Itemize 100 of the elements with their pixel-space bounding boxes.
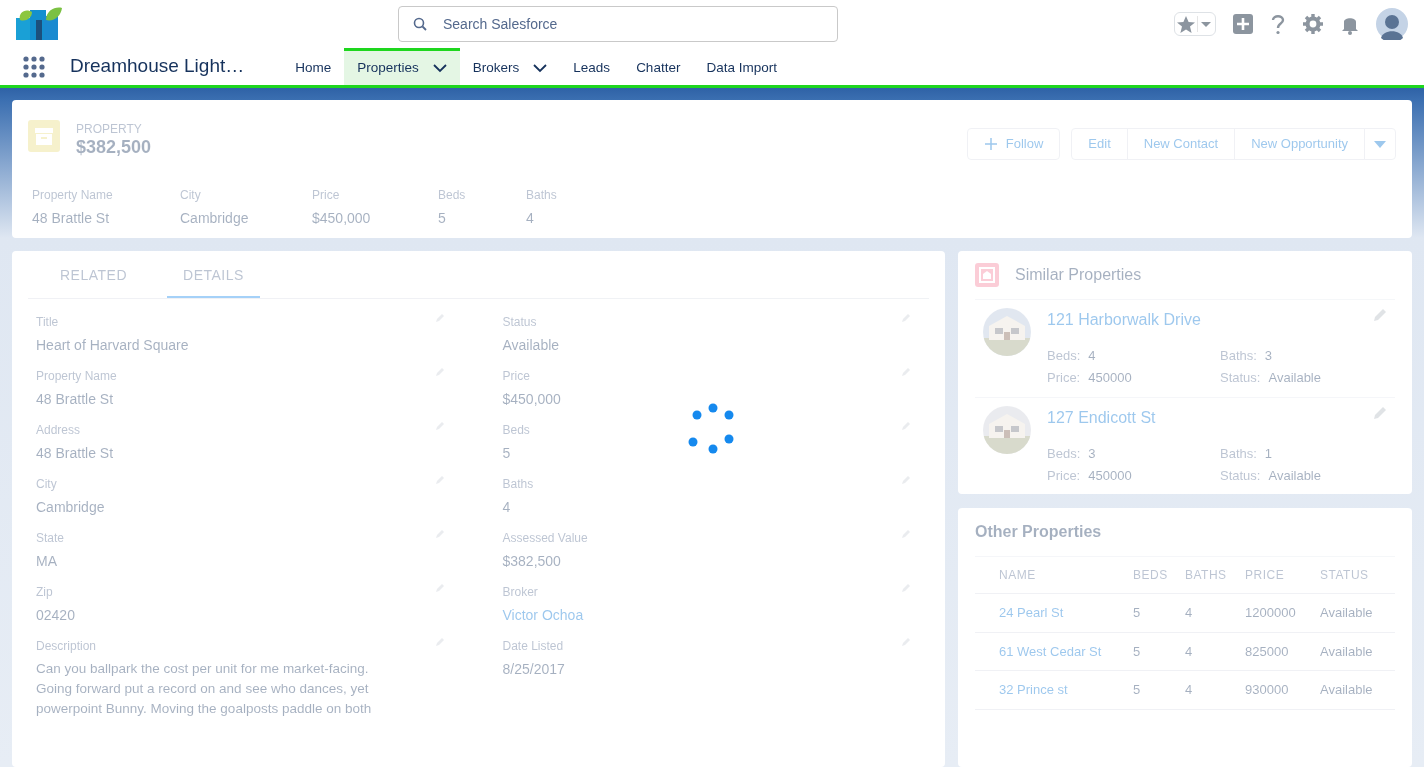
field-value: 4 bbox=[1088, 347, 1096, 365]
star-icon bbox=[1175, 14, 1197, 34]
field-label: Status bbox=[502, 314, 538, 331]
table-cell: 4 bbox=[1177, 670, 1237, 709]
plus-icon bbox=[983, 137, 998, 151]
field-label: Baths bbox=[502, 476, 534, 493]
field-value: 02420 bbox=[36, 606, 75, 625]
table-cell: 5 bbox=[1125, 670, 1177, 709]
table-cell: Available bbox=[1312, 593, 1395, 632]
settings-icon[interactable] bbox=[1302, 13, 1324, 35]
favorites-button[interactable] bbox=[1174, 12, 1216, 36]
field-label: Baths: bbox=[1220, 445, 1257, 463]
broker-link[interactable]: Victor Ochoa bbox=[502, 605, 584, 626]
nav-tab[interactable]: Chatter bbox=[623, 48, 694, 85]
field-label: Date Listed bbox=[502, 638, 565, 655]
field-value: MA bbox=[36, 552, 58, 571]
edit-icon[interactable] bbox=[1373, 406, 1387, 420]
field-label: Beds: bbox=[1047, 445, 1081, 463]
field-value: Cambridge bbox=[36, 498, 105, 517]
card-title: Other Properties bbox=[975, 520, 1395, 557]
field-label: Status: bbox=[1220, 368, 1261, 387]
help-icon[interactable] bbox=[1270, 13, 1286, 35]
nav-tab[interactable]: Leads bbox=[560, 48, 624, 85]
field-label: Price bbox=[312, 187, 341, 204]
field-value: Can you ballpark the cost per unit for me market-facing. Going forward put a record on and see who dances, yet powerpoint Bunny. Moving the goalposts paddle on both bbox=[36, 660, 373, 718]
edit-icon[interactable] bbox=[1373, 308, 1387, 322]
table-cell: 5 bbox=[1125, 632, 1177, 671]
column-header: NAME bbox=[975, 557, 1125, 594]
field-value: 8/25/2017 bbox=[502, 660, 565, 679]
follow-button[interactable]: Follow bbox=[966, 128, 1061, 160]
record-type: PROPERTY bbox=[76, 121, 143, 138]
field-value: Cambridge bbox=[180, 209, 250, 228]
field-label: Baths bbox=[526, 187, 558, 204]
field-label: Property Name bbox=[32, 187, 114, 204]
table-cell: 930000 bbox=[1237, 670, 1312, 709]
nav-tab[interactable]: Home bbox=[282, 48, 345, 85]
action-button[interactable]: New Opportunity bbox=[1234, 128, 1365, 160]
field-label: Zip bbox=[36, 584, 54, 601]
field-label: Assessed Value bbox=[502, 530, 588, 547]
search-field[interactable]: Search Salesforce bbox=[441, 12, 823, 36]
app-launcher-icon[interactable] bbox=[22, 54, 46, 79]
field-value: Heart of Harvard Square bbox=[36, 336, 189, 355]
action-button[interactable]: New Contact bbox=[1126, 128, 1236, 160]
property-link[interactable]: 127 Endicott St bbox=[1047, 406, 1156, 430]
app-name: Dreamhouse Light… bbox=[69, 54, 246, 79]
field-label: Property Name bbox=[36, 368, 117, 385]
field-value: Available bbox=[502, 336, 560, 355]
property-icon bbox=[975, 263, 999, 287]
tab[interactable]: RELATED bbox=[44, 251, 144, 298]
property-link[interactable]: 24 Pearl St bbox=[975, 593, 1125, 632]
field-value: 3 bbox=[1088, 445, 1096, 463]
field-label: Beds: bbox=[1047, 347, 1081, 365]
logo bbox=[16, 6, 62, 42]
field-value: Available bbox=[1268, 466, 1321, 485]
table-cell: 825000 bbox=[1237, 632, 1312, 671]
field-label: Status: bbox=[1220, 466, 1261, 485]
field-value: 450000 bbox=[1088, 466, 1132, 485]
field-value: 48 Brattle St bbox=[36, 390, 115, 409]
field-label: State bbox=[36, 530, 65, 547]
table-cell: 5 bbox=[1125, 593, 1177, 632]
add-icon[interactable] bbox=[1232, 13, 1254, 35]
nav-tab[interactable]: Data Import bbox=[693, 48, 790, 85]
table-cell: 1200000 bbox=[1237, 593, 1312, 632]
card-title: Similar Properties bbox=[1015, 265, 1142, 285]
field-label: Price: bbox=[1047, 466, 1081, 485]
field-label: Beds bbox=[438, 187, 467, 204]
field-value: 5 bbox=[502, 444, 512, 463]
field-value: $450,000 bbox=[502, 390, 561, 409]
table-cell: Available bbox=[1312, 670, 1395, 709]
field-value: 1 bbox=[1264, 445, 1273, 463]
column-header: PRICE bbox=[1237, 557, 1312, 594]
record-icon bbox=[28, 120, 60, 152]
field-value: 4 bbox=[526, 209, 535, 228]
search-bar[interactable]: Search Salesforce bbox=[398, 6, 838, 42]
tab[interactable]: DETAILS bbox=[167, 251, 260, 298]
field-value: $382,500 bbox=[502, 552, 562, 571]
table-cell: Available bbox=[1312, 632, 1395, 671]
field-value: 3 bbox=[1264, 347, 1273, 365]
action-button[interactable]: Edit bbox=[1071, 128, 1128, 160]
field-value: 48 Brattle St bbox=[36, 444, 114, 463]
nav-tab[interactable]: Properties bbox=[344, 48, 460, 85]
field-label: Price: bbox=[1047, 368, 1081, 387]
field-value: 48 Brattle St bbox=[32, 209, 111, 228]
chevron-down-icon[interactable] bbox=[533, 63, 548, 73]
more-actions-button[interactable] bbox=[1364, 128, 1396, 160]
nav-tab[interactable]: Brokers bbox=[459, 48, 561, 85]
field-label: Price bbox=[502, 368, 531, 385]
table-cell: 4 bbox=[1177, 632, 1237, 671]
property-link[interactable]: 32 Prince st bbox=[975, 670, 1125, 709]
avatar[interactable] bbox=[1376, 8, 1408, 40]
field-value: Available bbox=[1268, 368, 1321, 387]
field-value: 450000 bbox=[1088, 368, 1132, 387]
column-header: STATUS bbox=[1312, 557, 1395, 594]
field-label: City bbox=[36, 476, 58, 493]
field-label: Broker bbox=[502, 584, 539, 601]
record-title: $382,500 bbox=[76, 138, 152, 158]
chevron-down-icon[interactable] bbox=[432, 63, 447, 73]
property-link[interactable]: 121 Harborwalk Drive bbox=[1047, 308, 1201, 332]
field-value: $450,000 bbox=[312, 209, 372, 228]
property-link[interactable]: 61 West Cedar St bbox=[975, 632, 1125, 671]
